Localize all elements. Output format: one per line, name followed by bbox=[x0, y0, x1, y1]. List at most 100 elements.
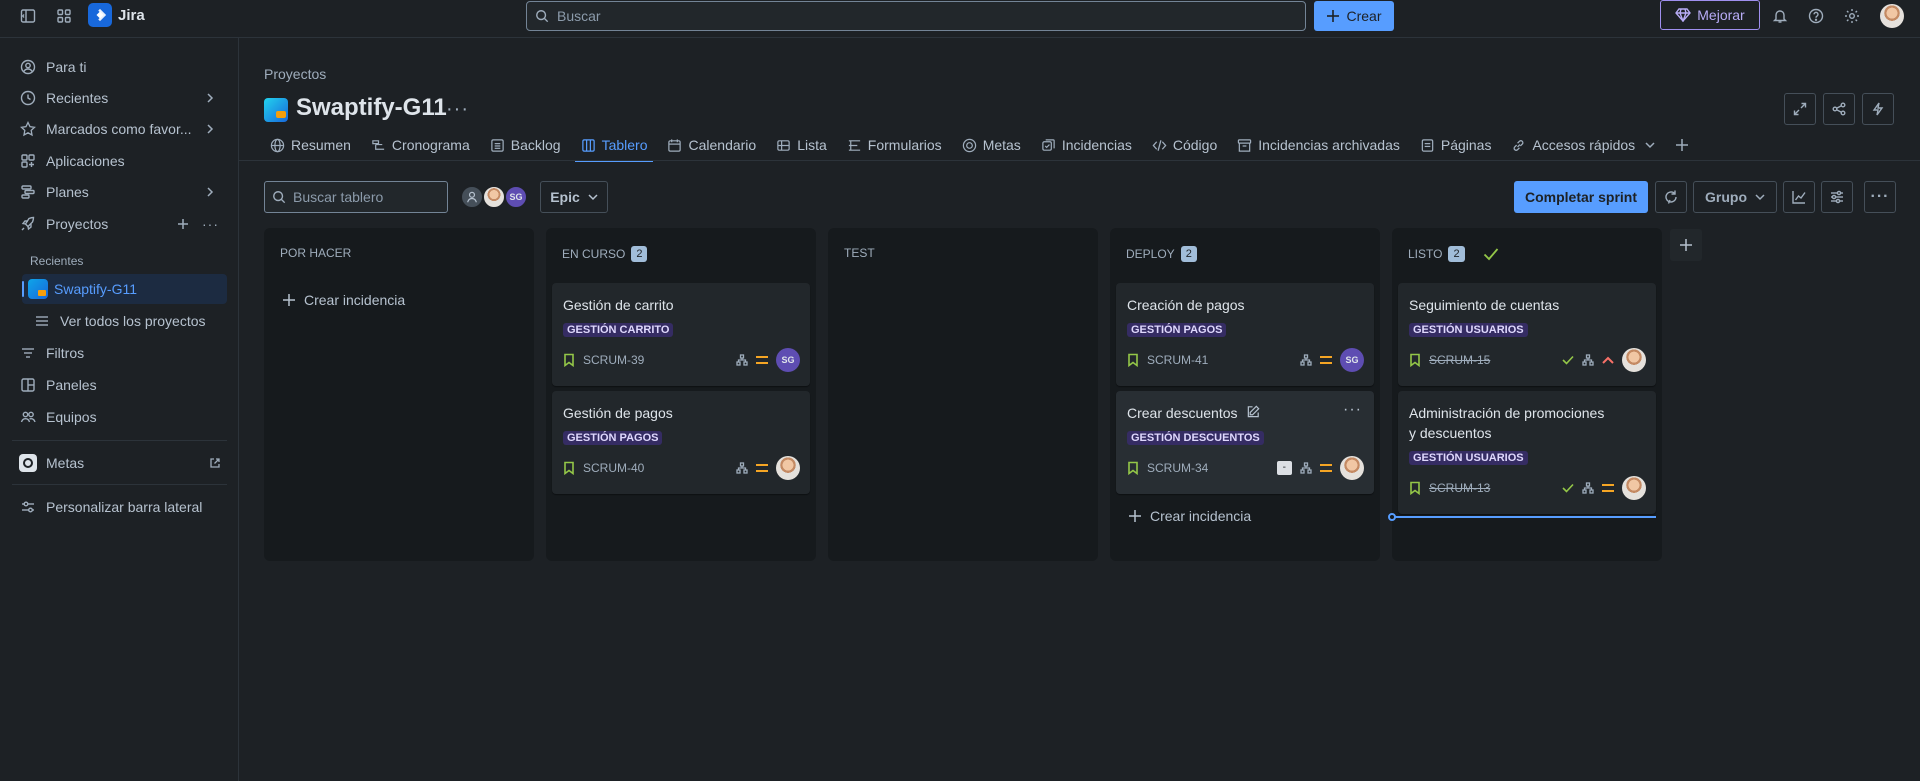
issue-card-scrum-40[interactable]: Gestión de pagos GESTIÓN PAGOS SCRUM-40 bbox=[552, 391, 810, 494]
column-header[interactable]: EN CURSO 2 bbox=[562, 246, 648, 262]
add-tab-button[interactable] bbox=[1669, 130, 1695, 160]
assignee-avatar[interactable] bbox=[1340, 456, 1364, 480]
people-icon bbox=[18, 409, 38, 425]
search-input[interactable] bbox=[557, 8, 1257, 24]
share-icon[interactable] bbox=[1823, 93, 1855, 125]
card-more-icon[interactable]: ··· bbox=[1343, 401, 1362, 419]
column-name: POR HACER bbox=[280, 246, 352, 260]
issue-card-scrum-13[interactable]: Administración de promociones y descuent… bbox=[1398, 391, 1656, 514]
sidebar-item-plans[interactable]: Planes bbox=[12, 177, 227, 207]
board-search[interactable] bbox=[264, 181, 448, 213]
tab-list[interactable]: Lista bbox=[770, 130, 833, 160]
column-header[interactable]: LISTO 2 bbox=[1408, 246, 1499, 262]
sidebar-item-goals[interactable]: Metas bbox=[12, 448, 227, 478]
sidebar-item-view-all-projects[interactable]: Ver todos los proyectos bbox=[28, 306, 227, 336]
tab-board[interactable]: Tablero bbox=[574, 130, 654, 162]
automation-lightning-icon[interactable] bbox=[1862, 93, 1894, 125]
board-search-input[interactable] bbox=[293, 189, 433, 205]
tab-calendar[interactable]: Calendario bbox=[661, 130, 762, 160]
sidebar-item-starred[interactable]: Marcados como favor... bbox=[12, 114, 227, 144]
app-switcher-icon[interactable] bbox=[50, 2, 78, 30]
assignee-avatar[interactable] bbox=[1622, 348, 1646, 372]
sidebar-toggle-icon[interactable] bbox=[14, 2, 42, 30]
story-points-badge[interactable]: - bbox=[1276, 461, 1292, 475]
chevron-right-icon[interactable] bbox=[205, 187, 215, 197]
sidebar-item-customize[interactable]: Personalizar barra lateral bbox=[12, 492, 227, 522]
sidebar-item-projects[interactable]: Proyectos ··· bbox=[12, 209, 227, 239]
global-search[interactable] bbox=[526, 1, 1306, 31]
story-bookmark-icon bbox=[1409, 481, 1421, 495]
edit-pencil-icon[interactable] bbox=[1246, 404, 1261, 419]
chevron-down-icon[interactable] bbox=[1645, 140, 1655, 150]
tab-archived-issues[interactable]: Incidencias archivadas bbox=[1231, 130, 1406, 160]
help-icon[interactable] bbox=[1802, 2, 1830, 30]
column-count-badge: 2 bbox=[631, 246, 648, 262]
tab-forms[interactable]: Formularios bbox=[841, 130, 948, 160]
more-options-icon[interactable]: ··· bbox=[202, 216, 219, 232]
sidebar-item-apps[interactable]: Aplicaciones bbox=[12, 146, 227, 176]
tab-code[interactable]: Código bbox=[1146, 130, 1223, 160]
assignee-avatar[interactable] bbox=[776, 456, 800, 480]
tab-timeline[interactable]: Cronograma bbox=[365, 130, 476, 160]
sidebar-item-label: Proyectos bbox=[46, 216, 109, 232]
create-issue-button[interactable]: Crear incidencia bbox=[1128, 508, 1251, 524]
jira-logo-icon[interactable] bbox=[88, 3, 112, 27]
chevron-right-icon[interactable] bbox=[205, 124, 215, 134]
upgrade-button[interactable]: Mejorar bbox=[1660, 0, 1760, 30]
insights-chart-icon[interactable] bbox=[1783, 181, 1815, 213]
issue-title: Creación de pagos bbox=[1127, 297, 1245, 313]
sg-avatar-filter[interactable]: SG bbox=[504, 185, 528, 209]
view-settings-icon[interactable] bbox=[1821, 181, 1853, 213]
breadcrumb[interactable]: Proyectos bbox=[264, 66, 326, 82]
sprint-refresh-icon[interactable] bbox=[1655, 181, 1687, 213]
tab-shortcuts[interactable]: Accesos rápidos bbox=[1505, 130, 1661, 160]
assignee-avatar[interactable]: SG bbox=[776, 348, 800, 372]
column-count-badge: 2 bbox=[1180, 246, 1197, 262]
user-avatar-filter[interactable] bbox=[482, 185, 506, 209]
add-column-button[interactable] bbox=[1670, 229, 1702, 261]
assignee-avatar[interactable]: SG bbox=[1340, 348, 1364, 372]
issue-key: SCRUM-39 bbox=[563, 353, 644, 367]
app-name[interactable]: Jira bbox=[118, 7, 145, 24]
tab-issues[interactable]: Incidencias bbox=[1035, 130, 1138, 160]
settings-gear-icon[interactable] bbox=[1838, 2, 1866, 30]
epic-filter-dropdown[interactable]: Epic bbox=[540, 181, 608, 213]
tab-backlog[interactable]: Backlog bbox=[484, 130, 567, 160]
issue-card-scrum-34[interactable]: Crear descuentos ··· GESTIÓN DESCUENTOS … bbox=[1116, 391, 1374, 494]
issue-card-scrum-39[interactable]: Gestión de carrito GESTIÓN CARRITO SCRUM… bbox=[552, 283, 810, 386]
plus-icon bbox=[1128, 509, 1142, 523]
column-header[interactable]: TEST bbox=[844, 246, 875, 260]
tab-goals[interactable]: Metas bbox=[956, 130, 1027, 160]
fullscreen-icon[interactable] bbox=[1784, 93, 1816, 125]
user-avatar[interactable] bbox=[1880, 4, 1904, 28]
external-link-icon[interactable] bbox=[209, 457, 221, 469]
group-by-dropdown[interactable]: Grupo bbox=[1693, 181, 1777, 213]
sidebar-item-dashboards[interactable]: Paneles bbox=[12, 370, 227, 400]
tab-pages[interactable]: Páginas bbox=[1414, 130, 1498, 160]
tab-summary[interactable]: Resumen bbox=[264, 130, 357, 160]
create-button[interactable]: Crear bbox=[1314, 1, 1394, 31]
issue-card-scrum-15[interactable]: Seguimiento de cuentas GESTIÓN USUARIOS … bbox=[1398, 283, 1656, 386]
more-actions-icon[interactable]: ··· bbox=[446, 98, 469, 121]
page-title[interactable]: Swaptify-G11 bbox=[296, 94, 447, 122]
complete-sprint-button[interactable]: Completar sprint bbox=[1514, 181, 1648, 213]
issue-title: Seguimiento de cuentas bbox=[1409, 297, 1560, 313]
more-options-icon[interactable]: ··· bbox=[1864, 181, 1896, 213]
sidebar-item-for-you[interactable]: Para ti bbox=[12, 52, 227, 82]
column-header[interactable]: DEPLOY 2 bbox=[1126, 246, 1197, 262]
clock-icon bbox=[18, 90, 38, 106]
priority-medium-icon bbox=[756, 464, 768, 472]
assignee-avatar[interactable] bbox=[1622, 476, 1646, 500]
sidebar-item-swaptify-g11[interactable]: Swaptify-G11 bbox=[22, 274, 227, 304]
unassigned-avatar-filter[interactable] bbox=[460, 185, 484, 209]
epic-label: GESTIÓN DESCUENTOS bbox=[1127, 431, 1264, 445]
issue-card-scrum-41[interactable]: Creación de pagos GESTIÓN PAGOS SCRUM-41… bbox=[1116, 283, 1374, 386]
column-header[interactable]: POR HACER bbox=[280, 246, 351, 260]
sidebar-item-teams[interactable]: Equipos bbox=[12, 402, 227, 432]
create-issue-button[interactable]: Crear incidencia bbox=[282, 292, 405, 308]
sidebar-item-recent[interactable]: Recientes bbox=[12, 83, 227, 113]
sidebar-item-filters[interactable]: Filtros bbox=[12, 338, 227, 368]
notifications-bell-icon[interactable] bbox=[1766, 2, 1794, 30]
chevron-right-icon[interactable] bbox=[205, 93, 215, 103]
add-project-plus-icon[interactable] bbox=[177, 218, 189, 230]
